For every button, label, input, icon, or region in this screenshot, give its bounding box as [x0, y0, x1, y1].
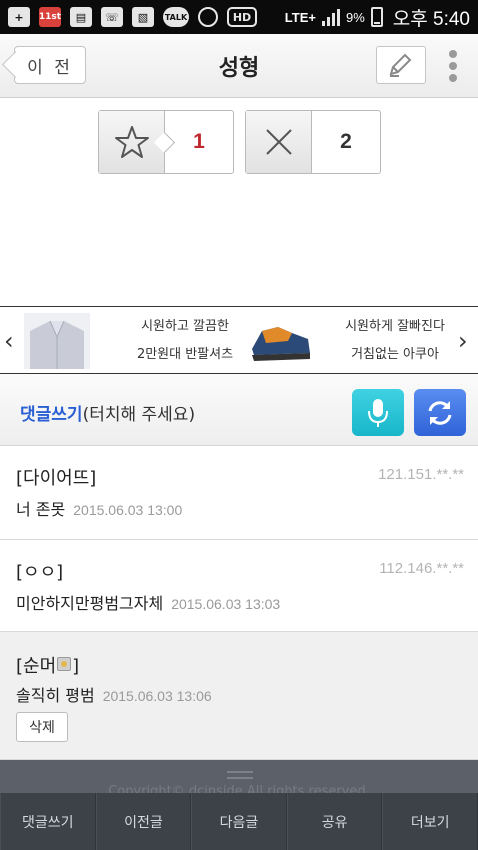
ad-item-1-line-2: 2만원대 반팔셔츠	[136, 347, 234, 362]
voice-input-button[interactable]	[352, 389, 404, 436]
comment-write-title: 댓글쓰기	[20, 405, 83, 425]
comment-body: 너 존못 2015.06.03 13:00	[16, 496, 182, 520]
close-icon	[246, 111, 312, 173]
chevron-left-icon[interactable]: ‹	[4, 327, 14, 355]
comment-body: 미안하지만평범그자체 2015.06.03 13:03	[16, 590, 280, 614]
comment-date: 2015.06.03 13:03	[171, 596, 281, 612]
battery-percent: 9%	[345, 9, 365, 25]
member-icon	[57, 657, 72, 671]
battery-icon	[370, 7, 383, 27]
comment-write-bar[interactable]: 댓글쓰기(터치해 주세요)	[0, 374, 478, 446]
pencil-icon	[389, 53, 412, 77]
refresh-button[interactable]	[414, 389, 466, 436]
nav-next-post[interactable]: 다음글	[191, 793, 287, 850]
comment-author-bracket: ]	[72, 656, 80, 677]
edit-button[interactable]	[376, 46, 426, 84]
comment-ip: 112.146.**.**	[379, 560, 464, 577]
clock: 오후 5:40	[392, 8, 470, 30]
gallery-app-icon: ▤	[70, 7, 92, 27]
nav-write-comment[interactable]: 댓글쓰기	[0, 793, 96, 850]
talk-icon: TALK	[163, 7, 189, 27]
ad-item-1-text[interactable]: 시원하고 깔끔한 2만원대 반팔셔츠	[120, 313, 250, 369]
comment-item: [ㅇㅇ] 112.146.**.** 미안하지만평범그자체 2015.06.03 …	[0, 540, 478, 632]
chevron-right-icon[interactable]: ›	[458, 327, 468, 355]
ad-item-2-line-2: 거침없는 아쿠아	[351, 347, 439, 362]
drag-handle-icon[interactable]	[227, 771, 253, 779]
shoe-image[interactable]	[248, 313, 314, 369]
system-status: LTE+ 9% 오후 5:40	[285, 4, 470, 31]
ad-item-2-text[interactable]: 시원하게 잘빠진다 거침없는 아쿠아	[330, 313, 460, 369]
comment-ip: 121.151.**.**	[378, 466, 464, 483]
comment-date: 2015.06.03 13:00	[73, 502, 183, 518]
refresh-icon	[428, 400, 452, 425]
comment-author: [순머]	[16, 652, 79, 678]
comment-text: 미안하지만평범그자체	[16, 594, 164, 613]
status-bar: + 11st ▤ ☏ ▧ TALK HD LTE+ 9% 오후 5:40	[0, 0, 478, 34]
comment-item: [순머] 솔직히 평범 2015.06.03 13:06 삭제	[0, 632, 478, 760]
phone-icon: ☏	[101, 7, 123, 27]
comment-write-label[interactable]: 댓글쓰기(터치해 주세요)	[20, 400, 195, 425]
comment-author: [ㅇㅇ]	[16, 562, 64, 583]
signal-icon	[321, 8, 340, 26]
nav-previous-post[interactable]: 이전글	[95, 793, 192, 850]
recommend-button[interactable]: 1	[98, 110, 234, 174]
comment-author: [다이어뜨]	[16, 468, 97, 489]
alarm-icon	[198, 7, 218, 27]
comment-text: 너 존못	[16, 500, 66, 519]
bottom-nav: 댓글쓰기 이전글 다음글 공유 더보기	[0, 793, 478, 850]
not-recommend-count: 2	[340, 130, 352, 153]
comment-text: 솔직히 평범	[16, 686, 95, 705]
comment-author-name: [순머	[16, 656, 57, 677]
ad-banner[interactable]: ‹ 시원하고 깔끔한 2만원대 반팔셔츠 시원하게 잘빠진다 거침없는 아쿠아 …	[0, 306, 478, 374]
more-menu-icon[interactable]	[444, 48, 462, 84]
top-bar: 이 전 성형	[0, 34, 478, 98]
network-type: LTE+	[284, 9, 316, 25]
ad-item-1-line-1: 시원하고 깔끔한	[141, 319, 229, 334]
not-recommend-button[interactable]: 2	[245, 110, 381, 174]
nav-more[interactable]: 더보기	[382, 793, 478, 850]
notification-icons: + 11st ▤ ☏ ▧ TALK HD	[8, 7, 257, 27]
hd-voice-icon: HD	[227, 7, 257, 27]
nav-share[interactable]: 공유	[286, 793, 383, 850]
post-content	[0, 98, 478, 306]
comment-item: [다이어뜨] 121.151.**.** 너 존못 2015.06.03 13:0…	[0, 446, 478, 540]
comment-date: 2015.06.03 13:06	[102, 688, 212, 704]
star-icon	[99, 111, 165, 173]
microphone-icon	[368, 398, 388, 427]
shirt-image[interactable]	[24, 313, 90, 369]
comment-body: 솔직히 평범 2015.06.03 13:06	[16, 682, 212, 706]
image-icon: ▧	[132, 7, 154, 27]
delete-button[interactable]: 삭제	[16, 712, 68, 742]
plus-icon: +	[8, 7, 30, 27]
ad-item-2-line-1: 시원하게 잘빠진다	[345, 319, 445, 334]
comment-write-hint: (터치해 주세요)	[82, 405, 196, 425]
11st-app-icon: 11st	[39, 7, 61, 27]
